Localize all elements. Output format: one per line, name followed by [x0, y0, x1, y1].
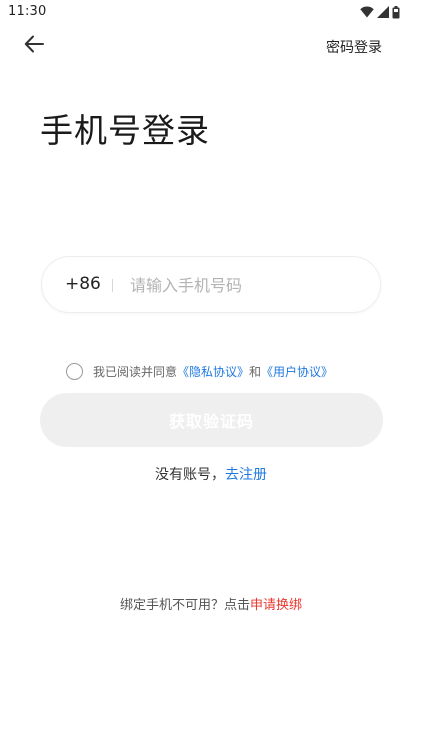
agreement-checkbox[interactable] [66, 362, 83, 380]
rebind-row: 绑定手机不可用？点击申请换绑 [0, 594, 422, 613]
get-verification-code-button[interactable]: 获取验证码 [40, 393, 383, 447]
status-icons [360, 5, 400, 19]
register-row: 没有账号，去注册 [0, 464, 422, 484]
rebind-link[interactable]: 申请换绑 [250, 598, 302, 613]
agreement-row: 我已阅读并同意 《隐私协议》 和 《用户协议》 [66, 361, 333, 381]
divider [112, 279, 113, 292]
user-agreement-link[interactable]: 《用户协议》 [261, 363, 333, 380]
cellular-signal-icon [377, 6, 389, 18]
arrow-left-icon [24, 35, 44, 57]
status-bar: 11:30 [0, 0, 422, 24]
agreement-conjunction: 和 [249, 364, 262, 379]
page-title: 手机号登录 [40, 111, 210, 150]
back-button[interactable] [22, 34, 46, 58]
privacy-agreement-link[interactable]: 《隐私协议》 [177, 363, 249, 380]
phone-input-container: +86 [41, 256, 381, 313]
register-link[interactable]: 去注册 [225, 467, 267, 483]
rebind-prompt: 绑定手机不可用？点击 [119, 598, 250, 613]
register-prompt: 没有账号， [155, 467, 225, 483]
phone-number-input[interactable] [130, 269, 360, 301]
country-code[interactable]: +86 [65, 274, 101, 294]
password-login-button[interactable]: 密码登录 [326, 37, 382, 57]
wifi-icon [360, 6, 374, 18]
battery-icon [392, 5, 400, 19]
status-time: 11:30 [8, 4, 47, 19]
agreement-text: 我已阅读并同意 [93, 364, 178, 379]
